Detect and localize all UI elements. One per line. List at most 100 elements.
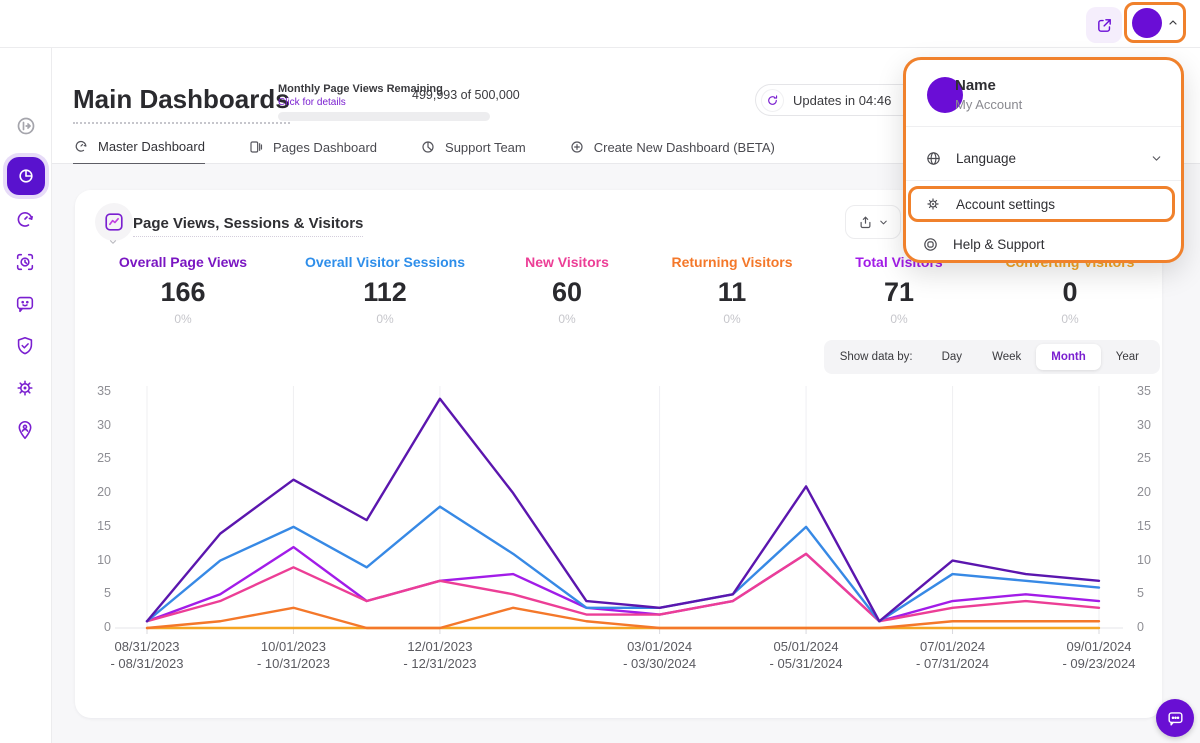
chevron-up-icon <box>1167 17 1179 29</box>
tab-label: Support Team <box>445 140 526 155</box>
avatar[interactable] <box>1132 8 1162 38</box>
analytics-card: Page Views, Sessions & Visitors Overall … <box>75 190 1162 718</box>
pages-icon <box>248 139 264 155</box>
metric-converting-visitors: Converting Visitors 0 0% <box>1006 254 1135 326</box>
show-data-by-label: Show data by: <box>840 351 913 363</box>
sidebar-item-settings-icon[interactable] <box>14 377 38 401</box>
y-tick-label: 15 <box>1137 519 1165 533</box>
tab-master-dashboard[interactable]: Master Dashboard <box>73 138 205 165</box>
metric-new-visitors: New Visitors 60 0% <box>525 254 609 326</box>
metric-delta: 0% <box>119 312 247 326</box>
account-name: Name <box>955 77 996 94</box>
sidebar-toggle-icon[interactable] <box>14 114 38 138</box>
menu-item-language[interactable]: Language <box>906 142 1181 174</box>
toggle-option-day[interactable]: Day <box>927 344 977 370</box>
open-in-new-icon <box>1096 17 1113 34</box>
menu-item-help-support[interactable]: Help & Support <box>906 228 1181 260</box>
y-tick-label: 35 <box>83 384 111 398</box>
export-icon <box>858 215 873 230</box>
menu-item-label: Account settings <box>956 197 1055 212</box>
x-tick-label: 05/01/2024- 05/31/2024 <box>770 638 843 672</box>
metric-overall-visitor-sessions: Overall Visitor Sessions 112 0% <box>305 254 465 326</box>
series-new-visitors <box>147 554 1099 621</box>
toggle-option-month[interactable]: Month <box>1036 344 1100 370</box>
metric-value: 166 <box>119 277 247 308</box>
y-tick-label: 10 <box>83 553 111 567</box>
chevron-down-icon[interactable] <box>108 237 118 247</box>
metric-value: 11 <box>671 277 792 308</box>
sidebar-item-dashboards[interactable] <box>7 157 45 195</box>
y-tick-label: 0 <box>1137 620 1165 634</box>
sidebar-item-security-icon[interactable] <box>14 335 38 359</box>
tab-pages-dashboard[interactable]: Pages Dashboard <box>248 138 377 165</box>
tab-support-team[interactable]: Support Team <box>420 138 526 165</box>
menu-item-label: Language <box>956 151 1016 166</box>
metric-label[interactable]: Overall Visitor Sessions <box>305 254 465 270</box>
account-subtitle: My Account <box>955 97 1022 112</box>
chevron-down-icon <box>1150 152 1163 165</box>
support-chat-button[interactable] <box>1156 699 1194 737</box>
chevron-down-icon <box>878 217 889 228</box>
line-chart-icon <box>103 211 125 233</box>
metric-value: 112 <box>305 277 465 308</box>
metric-delta: 0% <box>305 312 465 326</box>
sidebar-item-location-icon[interactable] <box>14 419 38 443</box>
toggle-option-year[interactable]: Year <box>1101 344 1154 370</box>
y-tick-label: 15 <box>83 519 111 533</box>
chat-bubble-icon <box>1166 709 1185 728</box>
plus-circle-icon <box>569 139 585 155</box>
x-tick-label: 10/01/2023- 10/31/2023 <box>257 638 330 672</box>
card-title: Page Views, Sessions & Visitors <box>133 215 363 237</box>
metric-returning-visitors: Returning Visitors 11 0% <box>671 254 792 326</box>
card-icon-wrap <box>95 203 133 241</box>
metric-value: 60 <box>525 277 609 308</box>
metric-label[interactable]: Overall Page Views <box>119 254 247 270</box>
open-in-new-button[interactable] <box>1086 7 1122 43</box>
y-tick-label: 30 <box>1137 418 1165 432</box>
metric-overall-page-views: Overall Page Views 166 0% <box>119 254 247 326</box>
y-tick-label: 5 <box>83 586 111 600</box>
gear-icon <box>925 196 942 213</box>
export-button[interactable] <box>845 205 901 239</box>
metric-delta: 0% <box>671 312 792 326</box>
divider <box>906 180 1181 181</box>
menu-item-account-settings[interactable]: Account settings <box>908 186 1175 222</box>
menu-item-label: Help & Support <box>953 237 1045 252</box>
metric-label[interactable]: New Visitors <box>525 254 609 270</box>
series-total-visitors <box>147 547 1099 621</box>
y-tick-label: 0 <box>83 620 111 634</box>
account-dropdown-menu: Name My Account Language Account setting… <box>903 57 1184 263</box>
x-tick-label: 08/31/2023- 08/31/2023 <box>110 638 183 672</box>
tab-label: Pages Dashboard <box>273 140 377 155</box>
y-tick-label: 30 <box>83 418 111 432</box>
tab-label: Master Dashboard <box>98 139 205 154</box>
x-tick-label: 09/01/2024- 09/23/2024 <box>1062 638 1135 672</box>
toggle-option-week[interactable]: Week <box>977 344 1036 370</box>
pie-chart-icon <box>420 139 436 155</box>
y-tick-label: 25 <box>1137 451 1165 465</box>
metric-label[interactable]: Returning Visitors <box>671 254 792 270</box>
x-tick-label: 12/01/2023- 12/31/2023 <box>403 638 476 672</box>
x-tick-label: 07/01/2024- 07/31/2024 <box>916 638 989 672</box>
y-tick-label: 25 <box>83 451 111 465</box>
updates-refresh-button[interactable]: Updates in 04:46 <box>755 84 926 116</box>
metric-delta: 0% <box>855 312 942 326</box>
refresh-icon <box>761 89 784 112</box>
updates-label: Updates in 04:46 <box>793 93 891 108</box>
tab-create-new-dashboard[interactable]: Create New Dashboard (BETA) <box>569 138 775 165</box>
quota-details-link[interactable]: Click for details <box>278 97 346 108</box>
donut-chart-icon <box>16 166 36 186</box>
y-tick-label: 20 <box>83 485 111 499</box>
tab-label: Create New Dashboard (BETA) <box>594 140 775 155</box>
account-menu-trigger-highlight[interactable] <box>1124 2 1186 43</box>
x-tick-label: 03/01/2024- 03/30/2024 <box>623 638 696 672</box>
sidebar-item-speed-icon[interactable] <box>14 208 38 232</box>
y-tick-label: 20 <box>1137 485 1165 499</box>
sidebar-item-chat-icon[interactable] <box>14 293 38 317</box>
series-returning-visitors <box>147 608 1099 628</box>
dashboard-tabs: Master Dashboard Pages Dashboard Support… <box>73 138 775 165</box>
page-title: Main Dashboards <box>73 84 290 124</box>
gauge-icon <box>73 138 89 154</box>
globe-icon <box>925 150 942 167</box>
sidebar-item-time-tracking-icon[interactable] <box>14 251 38 275</box>
